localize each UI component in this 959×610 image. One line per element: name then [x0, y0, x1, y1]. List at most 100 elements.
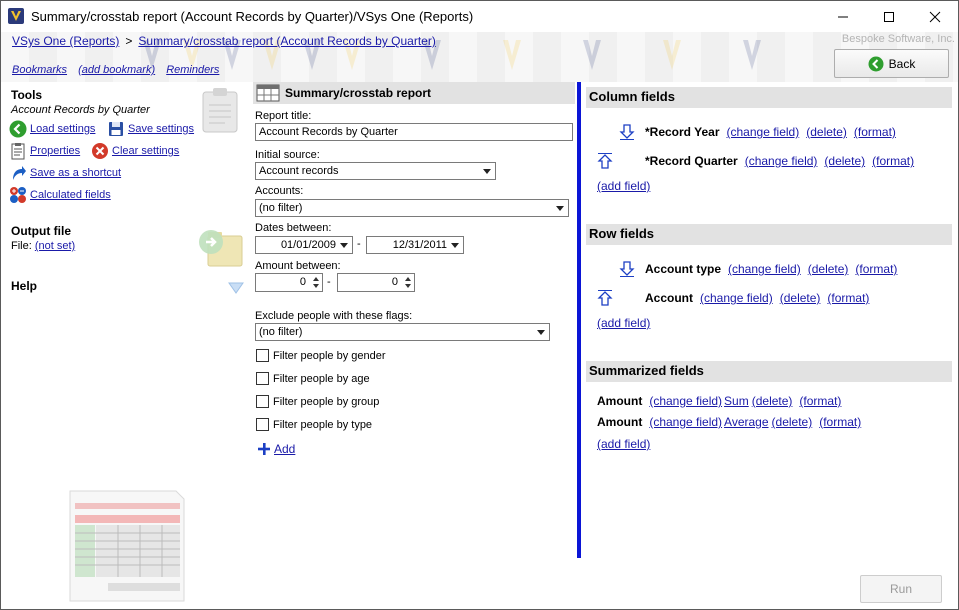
- filter-type-checkbox[interactable]: Filter people by type: [256, 418, 372, 431]
- breadcrumb: VSys One (Reports) > Summary/crosstab repo…: [12, 34, 436, 48]
- load-settings-button[interactable]: Load settings: [9, 120, 95, 138]
- clear-settings-button[interactable]: Clear settings: [91, 142, 179, 160]
- change-field-link[interactable]: (change field): [649, 394, 722, 408]
- back-button[interactable]: Back: [834, 49, 949, 78]
- clear-x-icon: [92, 143, 108, 159]
- checkbox-box[interactable]: [256, 372, 269, 385]
- save-settings-button[interactable]: Save settings: [107, 120, 194, 138]
- filter-group-checkbox[interactable]: Filter people by group: [256, 395, 379, 408]
- initial-source-select[interactable]: Account records: [255, 162, 496, 180]
- file-value-link[interactable]: (not set): [35, 240, 75, 252]
- close-button[interactable]: [912, 1, 958, 32]
- properties-link[interactable]: Properties: [30, 145, 80, 157]
- properties-button[interactable]: Properties: [9, 142, 80, 160]
- amount-from-stepper[interactable]: 0: [255, 273, 323, 292]
- clipboard-decoration-icon: [202, 88, 238, 133]
- accounts-select[interactable]: (no filter): [255, 199, 569, 217]
- spin-up-icon[interactable]: [313, 277, 319, 281]
- change-field-link[interactable]: (change field): [728, 262, 801, 276]
- crosstab-report-icon: [256, 84, 280, 102]
- change-field-link[interactable]: (change field): [700, 291, 773, 305]
- arrow-up-icon[interactable]: [597, 290, 613, 306]
- row-field-name: Account: [645, 291, 693, 305]
- date-to-picker[interactable]: 12/31/2011: [366, 236, 464, 254]
- initial-source-value: Account records: [259, 165, 339, 177]
- add-bookmark-link[interactable]: (add bookmark): [78, 64, 155, 76]
- delete-link[interactable]: (delete): [780, 291, 821, 305]
- arrow-down-icon[interactable]: [619, 261, 635, 277]
- reminders-link[interactable]: Reminders: [166, 64, 219, 76]
- format-link[interactable]: (format): [827, 291, 869, 305]
- format-link[interactable]: (format): [872, 154, 914, 168]
- breadcrumb-current-link[interactable]: Summary/crosstab report (Account Records…: [138, 34, 435, 48]
- summarized-field-name: Amount: [597, 394, 643, 408]
- amount-range-separator: -: [327, 276, 331, 288]
- change-field-link[interactable]: (change field): [727, 125, 800, 139]
- filter-gender-checkbox[interactable]: Filter people by gender: [256, 349, 386, 362]
- row-field-row: Account (change field) (delete) (format): [597, 290, 869, 306]
- arrow-down-icon[interactable]: [619, 124, 635, 140]
- spin-down-icon[interactable]: [313, 284, 319, 288]
- exclude-flags-value: (no filter): [259, 326, 303, 338]
- help-chevron-down-icon[interactable]: [228, 282, 244, 294]
- checkbox-box[interactable]: [256, 418, 269, 431]
- panel-divider[interactable]: [577, 82, 581, 558]
- format-link[interactable]: (format): [855, 262, 897, 276]
- dates-between-label: Dates between:: [255, 222, 332, 234]
- delete-link[interactable]: (delete): [772, 415, 813, 429]
- filter-gender-label: Filter people by gender: [273, 349, 386, 362]
- breadcrumb-root-link[interactable]: VSys One (Reports): [12, 34, 119, 48]
- shortcut-arrow-icon: [13, 166, 26, 180]
- summary-function-link[interactable]: Sum: [724, 394, 749, 408]
- save-settings-link[interactable]: Save settings: [128, 123, 194, 135]
- summarized-field-row: Amount (change field) Sum (delete) (form…: [597, 394, 841, 408]
- add-row-field-link[interactable]: (add field): [597, 316, 650, 330]
- column-field-row: *Record Quarter (change field) (delete) …: [597, 153, 914, 169]
- chevron-down-icon: [340, 243, 348, 248]
- row-field-row: Account type (change field) (delete) (fo…: [619, 261, 897, 277]
- exclude-flags-select[interactable]: (no filter): [255, 323, 550, 341]
- add-summarized-field-link[interactable]: (add field): [597, 437, 650, 451]
- summarized-field-row: Amount (change field) Average (delete) (…: [597, 415, 861, 429]
- spin-down-icon[interactable]: [405, 284, 411, 288]
- spreadsheet-illustration-icon: [69, 490, 185, 602]
- add-filter-button[interactable]: Add: [258, 442, 295, 456]
- arrow-up-icon[interactable]: [597, 153, 613, 169]
- report-title-input[interactable]: Account Records by Quarter: [255, 123, 573, 141]
- clear-settings-link[interactable]: Clear settings: [112, 145, 179, 157]
- format-link[interactable]: (format): [799, 394, 841, 408]
- save-shortcut-button[interactable]: Save as a shortcut: [9, 164, 121, 182]
- add-filter-link[interactable]: Add: [274, 442, 295, 456]
- minimize-button[interactable]: [820, 1, 866, 32]
- load-settings-link[interactable]: Load settings: [30, 123, 95, 135]
- checkbox-box[interactable]: [256, 395, 269, 408]
- filter-age-checkbox[interactable]: Filter people by age: [256, 372, 370, 385]
- delete-link[interactable]: (delete): [808, 262, 849, 276]
- change-field-link[interactable]: (change field): [745, 154, 818, 168]
- calculated-fields-button[interactable]: Calculated fields: [9, 186, 111, 204]
- delete-link[interactable]: (delete): [806, 125, 847, 139]
- calculated-fields-link[interactable]: Calculated fields: [30, 189, 111, 201]
- change-field-link[interactable]: (change field): [649, 415, 722, 429]
- run-button[interactable]: Run: [860, 575, 942, 603]
- summary-function-link[interactable]: Average: [724, 415, 768, 429]
- calculator-icon: [10, 187, 26, 203]
- close-icon: [929, 11, 941, 22]
- report-panel-header: Summary/crosstab report: [253, 82, 575, 104]
- maximize-button[interactable]: [866, 1, 912, 32]
- run-button-label: Run: [889, 582, 912, 596]
- checkbox-box[interactable]: [256, 349, 269, 362]
- bookmarks-link[interactable]: Bookmarks: [12, 64, 67, 76]
- save-shortcut-link[interactable]: Save as a shortcut: [30, 167, 121, 179]
- chevron-down-icon: [451, 243, 459, 248]
- delete-link[interactable]: (delete): [824, 154, 865, 168]
- chevron-down-icon: [483, 169, 491, 174]
- delete-link[interactable]: (delete): [752, 394, 793, 408]
- format-link[interactable]: (format): [854, 125, 896, 139]
- amount-to-value: 0: [391, 276, 398, 288]
- date-from-picker[interactable]: 01/01/2009: [255, 236, 353, 254]
- amount-to-stepper[interactable]: 0: [337, 273, 415, 292]
- add-column-field-link[interactable]: (add field): [597, 179, 650, 193]
- format-link[interactable]: (format): [819, 415, 861, 429]
- spin-up-icon[interactable]: [405, 277, 411, 281]
